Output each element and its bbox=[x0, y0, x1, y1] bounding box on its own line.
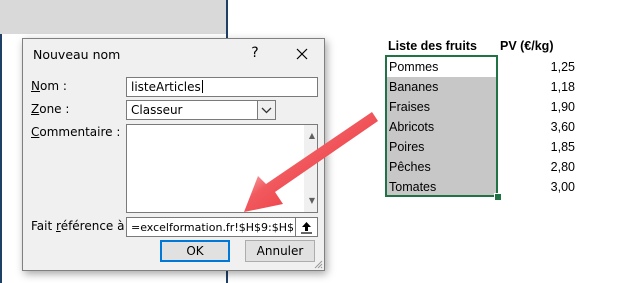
red-arrow-icon bbox=[244, 112, 378, 212]
